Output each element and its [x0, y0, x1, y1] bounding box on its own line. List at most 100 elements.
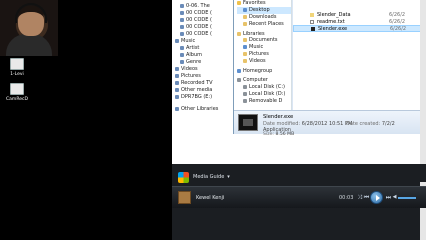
- desktop-icon-levi[interactable]: 1-Levi: [2, 58, 32, 77]
- details-pane: Slender.exe Date modified: 6/28/2012 10:…: [234, 110, 426, 137]
- file-row[interactable]: Slender_Data 6/26/2: [293, 11, 426, 18]
- drive-icon: [243, 98, 247, 103]
- folder-icon: [243, 8, 247, 13]
- nav-item-label: 00 CODE (: [186, 23, 212, 30]
- nav-item-drive[interactable]: DPR7BG (E:): [172, 93, 228, 100]
- playback-controls-bar: Kewel Kenji 00:03 ⤨ ⏮ ⏭ ◀: [172, 186, 426, 208]
- nav-item-artist[interactable]: Artist: [172, 44, 228, 51]
- nav-item-label: Artist: [186, 44, 200, 51]
- file-row[interactable]: Slender.exe 6/26/2: [293, 25, 426, 32]
- folder-icon: [243, 51, 247, 56]
- nav-item-other-media[interactable]: Other media: [172, 86, 228, 93]
- tree-item[interactable]: Documents: [237, 37, 291, 44]
- media-guide-label: Media Guide: [193, 174, 225, 180]
- folder-icon: [310, 12, 314, 17]
- nav-item-videos[interactable]: Videos: [172, 65, 228, 72]
- folder-icon: [243, 21, 247, 26]
- drive-icon: [175, 94, 179, 99]
- tree-item[interactable]: Local Disk (C:): [237, 84, 291, 91]
- nav-item-other-libraries[interactable]: Other Libraries: [172, 105, 228, 112]
- tree-item[interactable]: Libraries: [237, 30, 291, 37]
- shuffle-icon[interactable]: ⤨: [356, 194, 363, 201]
- tree-item[interactable]: Pictures: [237, 51, 291, 58]
- tree-item[interactable]: Favorites: [237, 0, 291, 7]
- nav-item-playlist[interactable]: 00 CODE (: [172, 16, 228, 23]
- tree-item[interactable]: Recent Places: [237, 20, 291, 27]
- nav-item-pictures[interactable]: Pictures: [172, 72, 228, 79]
- tree-item-label: Documents: [249, 37, 278, 44]
- nav-item-label: Other media: [181, 86, 213, 93]
- media-guide-button[interactable]: Media Guide ▾: [178, 170, 230, 184]
- tree-item[interactable]: Music: [237, 44, 291, 51]
- file-name: Slender_Data: [317, 11, 351, 18]
- tree-item-label: Computer: [243, 77, 268, 84]
- file-list: Slender_Data 6/26/2 readme.txt 6/26/2 Slende…: [293, 0, 426, 110]
- play-button[interactable]: [370, 191, 383, 204]
- music-note-icon: [180, 10, 184, 15]
- video-icon: [175, 66, 179, 71]
- tree-item[interactable]: Computer: [237, 77, 291, 84]
- desktop: 1-Levi CamRecD: [0, 0, 172, 240]
- details-created-value: 7/2/2: [381, 121, 395, 127]
- details-size-value: 8.56 MB: [275, 132, 295, 137]
- folder-icon: [237, 31, 241, 36]
- nav-item-album[interactable]: Album: [172, 51, 228, 58]
- tree-item[interactable]: Videos: [237, 57, 291, 64]
- file-date: 6/26/2: [389, 11, 406, 18]
- nav-item-music[interactable]: Music: [172, 37, 228, 44]
- drive-icon: [243, 91, 247, 96]
- library-icon: [175, 106, 179, 111]
- desktop-icon-camrecd[interactable]: CamRecD: [2, 83, 32, 102]
- tree-item[interactable]: Downloads: [237, 14, 291, 21]
- details-modified-value: 6/28/2012 10:51 PM: [301, 121, 353, 127]
- details-created: Date created: 7/2/2: [346, 121, 395, 127]
- navigation-tree: Favorites Desktop Downloads Recent Places Li…: [234, 0, 291, 104]
- details-size: Size: 8.56 MB: [263, 132, 294, 137]
- nav-item-label: Music: [181, 37, 196, 44]
- volume-slider[interactable]: [398, 197, 416, 199]
- document-icon: [10, 83, 24, 95]
- nav-item-label: 00 CODE (: [186, 16, 212, 23]
- tree-item-label: Music: [249, 44, 264, 51]
- tree-item[interactable]: Desktop: [237, 6, 291, 14]
- music-note-icon: [180, 31, 184, 36]
- nav-item-playlist[interactable]: 00 CODE (: [172, 9, 228, 16]
- music-note-icon: [180, 3, 184, 8]
- nav-item-playlist[interactable]: 00 CODE (: [172, 23, 228, 30]
- windows-logo-icon: [178, 171, 189, 183]
- library-navigation-pane: 0-06. The 00 CODE ( 00 CODE ( 00 CODE ( …: [172, 0, 228, 164]
- tv-icon: [175, 80, 179, 85]
- nav-item-label: Genre: [186, 58, 202, 65]
- nav-item-label: DPR7BG (E:): [181, 93, 213, 100]
- folder-icon: [237, 68, 241, 73]
- open-file-dialog: Favorites Desktop Downloads Recent Places Li…: [233, 0, 426, 137]
- tree-item[interactable]: Removable D: [237, 97, 291, 104]
- file-row[interactable]: readme.txt 6/26/2: [293, 18, 426, 25]
- nav-item-genre[interactable]: Genre: [172, 58, 228, 65]
- volume-icon[interactable]: ◀: [391, 194, 398, 201]
- album-art-thumbnail[interactable]: [178, 191, 191, 204]
- previous-track-icon[interactable]: ⏮: [363, 194, 370, 201]
- nav-item-label: Pictures: [181, 72, 201, 79]
- file-thumbnail: [238, 114, 258, 131]
- headset-shape: [15, 3, 47, 23]
- tree-item[interactable]: Homegroup: [237, 67, 291, 74]
- tree-item-label: Favorites: [243, 0, 266, 7]
- nav-item-label: Videos: [181, 65, 198, 72]
- nav-item-playlist[interactable]: 00 CODE (: [172, 30, 228, 37]
- folder-icon: [243, 14, 247, 19]
- artist-icon: [180, 45, 184, 50]
- playback-time: 00:03: [339, 195, 354, 201]
- nav-item-label: 00 CODE (: [186, 30, 212, 37]
- nav-item-playlist[interactable]: 0-06. The: [172, 2, 228, 9]
- tree-item-label: Recent Places: [249, 20, 284, 27]
- details-created-label: Date created:: [346, 121, 381, 127]
- tree-item[interactable]: Local Disk (D:): [237, 91, 291, 98]
- details-file-name: Slender.exe: [263, 114, 294, 120]
- media-icon: [175, 87, 179, 92]
- text-file-icon: [310, 19, 314, 24]
- webcam-person-body: [6, 34, 52, 56]
- now-playing-title: Kewel Kenji: [196, 195, 225, 201]
- nav-item-recorded-tv[interactable]: Recorded TV: [172, 79, 228, 86]
- tree-item-label: Libraries: [243, 30, 265, 37]
